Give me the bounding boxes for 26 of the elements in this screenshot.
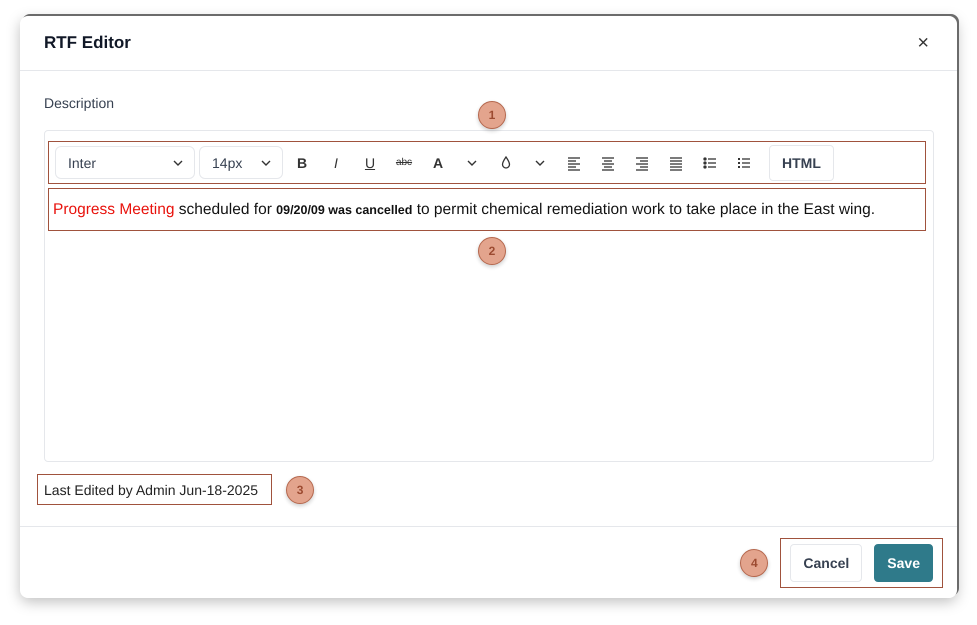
last-edited-text: Last Edited by Admin Jun-18-2025 xyxy=(37,474,272,505)
description-text: Progress Meeting scheduled for 09/20/09 was cancelled to permit chemical remediation work to take place in the East wing. xyxy=(48,188,926,231)
align-right-icon xyxy=(634,154,650,170)
callout-marker: 2 xyxy=(478,237,506,265)
save-button[interactable]: Save xyxy=(874,544,933,582)
justify-icon xyxy=(668,154,684,170)
field-label: Description xyxy=(44,95,116,111)
cancel-button[interactable]: Cancel xyxy=(790,544,862,582)
callout-marker: 3 xyxy=(286,476,314,504)
dialog-title: RTF Editor xyxy=(44,33,131,53)
underline-button[interactable]: U xyxy=(355,148,385,178)
callout-marker: 4 xyxy=(740,548,768,576)
dropdown-select[interactable]: 14px xyxy=(199,146,283,179)
align-left-icon xyxy=(566,154,582,170)
font-color-button[interactable]: A xyxy=(423,148,453,178)
dropdown-select[interactable]: Inter xyxy=(55,146,195,179)
bullet-list-icon xyxy=(702,154,718,170)
close-button[interactable]: × xyxy=(913,32,933,54)
select-value: Inter xyxy=(68,154,96,170)
italic-button[interactable]: I xyxy=(321,148,351,178)
callout-marker: 1 xyxy=(478,101,506,129)
bold-button[interactable]: B xyxy=(287,148,317,178)
align-center-icon xyxy=(600,154,616,170)
html-button[interactable]: HTML xyxy=(769,144,834,180)
select-value: 14px xyxy=(212,154,242,170)
strike-button[interactable]: abc xyxy=(389,148,419,178)
